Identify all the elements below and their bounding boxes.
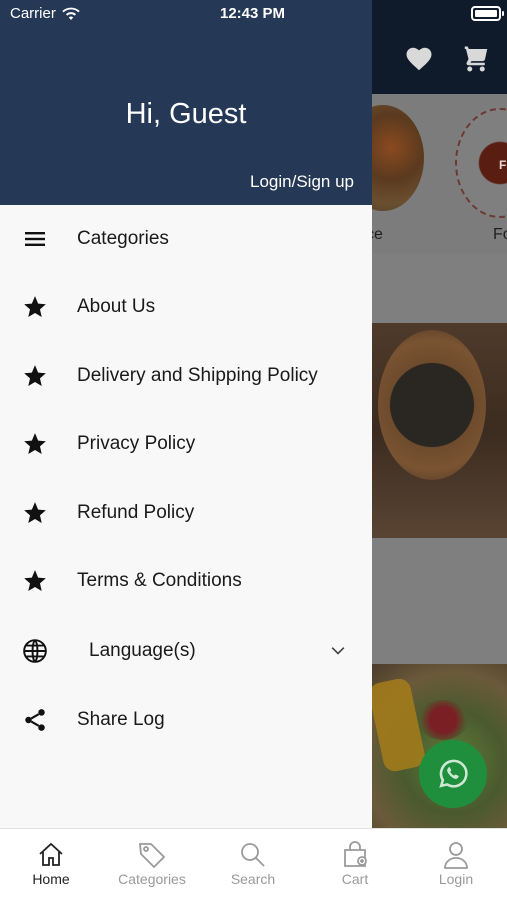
whatsapp-button[interactable] — [419, 740, 487, 808]
drawer-item-language[interactable]: Language(s) — [0, 621, 372, 681]
star-icon — [22, 500, 48, 526]
status-carrier: Carrier — [10, 5, 80, 22]
category-image-text: FO — [499, 158, 507, 172]
star-icon — [22, 294, 48, 320]
tab-categories[interactable]: Categories — [102, 839, 202, 887]
wifi-icon — [62, 7, 80, 20]
category-label: Fo — [493, 226, 507, 243]
banner-image-detail — [378, 330, 486, 480]
drawer-item-delivery-policy[interactable]: Delivery and Shipping Policy — [0, 346, 372, 406]
tab-label: Home — [32, 871, 70, 887]
drawer-item-label: About Us — [77, 296, 156, 317]
drawer-item-privacy-policy[interactable]: Privacy Policy — [0, 414, 372, 474]
carrier-label: Carrier — [10, 5, 56, 22]
tab-home[interactable]: Home — [1, 839, 101, 887]
drawer-item-label: Language(s) — [89, 640, 196, 661]
search-icon — [241, 843, 265, 867]
drawer-item-share-log[interactable]: Share Log — [0, 690, 372, 750]
favorites-icon — [406, 47, 432, 71]
tab-login[interactable]: Login — [406, 839, 506, 887]
drawer-item-label: Delivery and Shipping Policy — [77, 365, 318, 386]
drawer-item-about-us[interactable]: About Us — [0, 277, 372, 337]
home-icon — [39, 842, 63, 866]
drawer-item-refund-policy[interactable]: Refund Policy — [0, 483, 372, 543]
drawer-item-label: Privacy Policy — [77, 433, 196, 454]
drawer-item-terms[interactable]: Terms & Conditions — [0, 551, 372, 611]
tab-cart[interactable]: Cart — [305, 839, 405, 887]
globe-icon — [22, 638, 48, 664]
navigation-drawer: Carrier 12:43 PM Hi, Guest Login/Sign up… — [0, 0, 372, 828]
tab-label: Search — [230, 871, 276, 887]
user-icon — [444, 842, 468, 869]
tag-icon — [139, 843, 166, 869]
bag-icon — [344, 841, 367, 867]
star-icon — [22, 363, 48, 389]
status-time: 12:43 PM — [220, 5, 286, 22]
star-icon — [22, 431, 48, 457]
drawer-item-label: Categories — [77, 228, 169, 249]
greeting-text: Hi, Guest — [125, 98, 247, 130]
drawer-item-label: Refund Policy — [77, 502, 195, 523]
battery-icon — [471, 6, 504, 21]
tab-label: Categories — [118, 871, 186, 887]
chevron-down-icon[interactable] — [328, 641, 348, 661]
drawer-header: Carrier 12:43 PM Hi, Guest Login/Sign up — [0, 0, 372, 205]
banner-image-detail — [418, 700, 468, 740]
login-signup-link[interactable]: Login/Sign up — [250, 172, 354, 192]
share-icon — [22, 707, 48, 733]
star-icon — [22, 568, 48, 594]
tab-search[interactable]: Search — [203, 839, 303, 887]
drawer-item-label: Terms & Conditions — [77, 570, 242, 591]
menu-icon — [22, 226, 48, 252]
drawer-item-categories[interactable]: Categories — [0, 209, 372, 269]
cart-icon — [464, 46, 488, 72]
drawer-item-label: Share Log — [77, 709, 165, 730]
tab-label: Login — [438, 871, 474, 887]
tab-label: Cart — [341, 871, 369, 887]
whatsapp-icon — [439, 759, 468, 788]
bottom-tab-bar: Home Categories Search Cart Login — [0, 828, 507, 900]
